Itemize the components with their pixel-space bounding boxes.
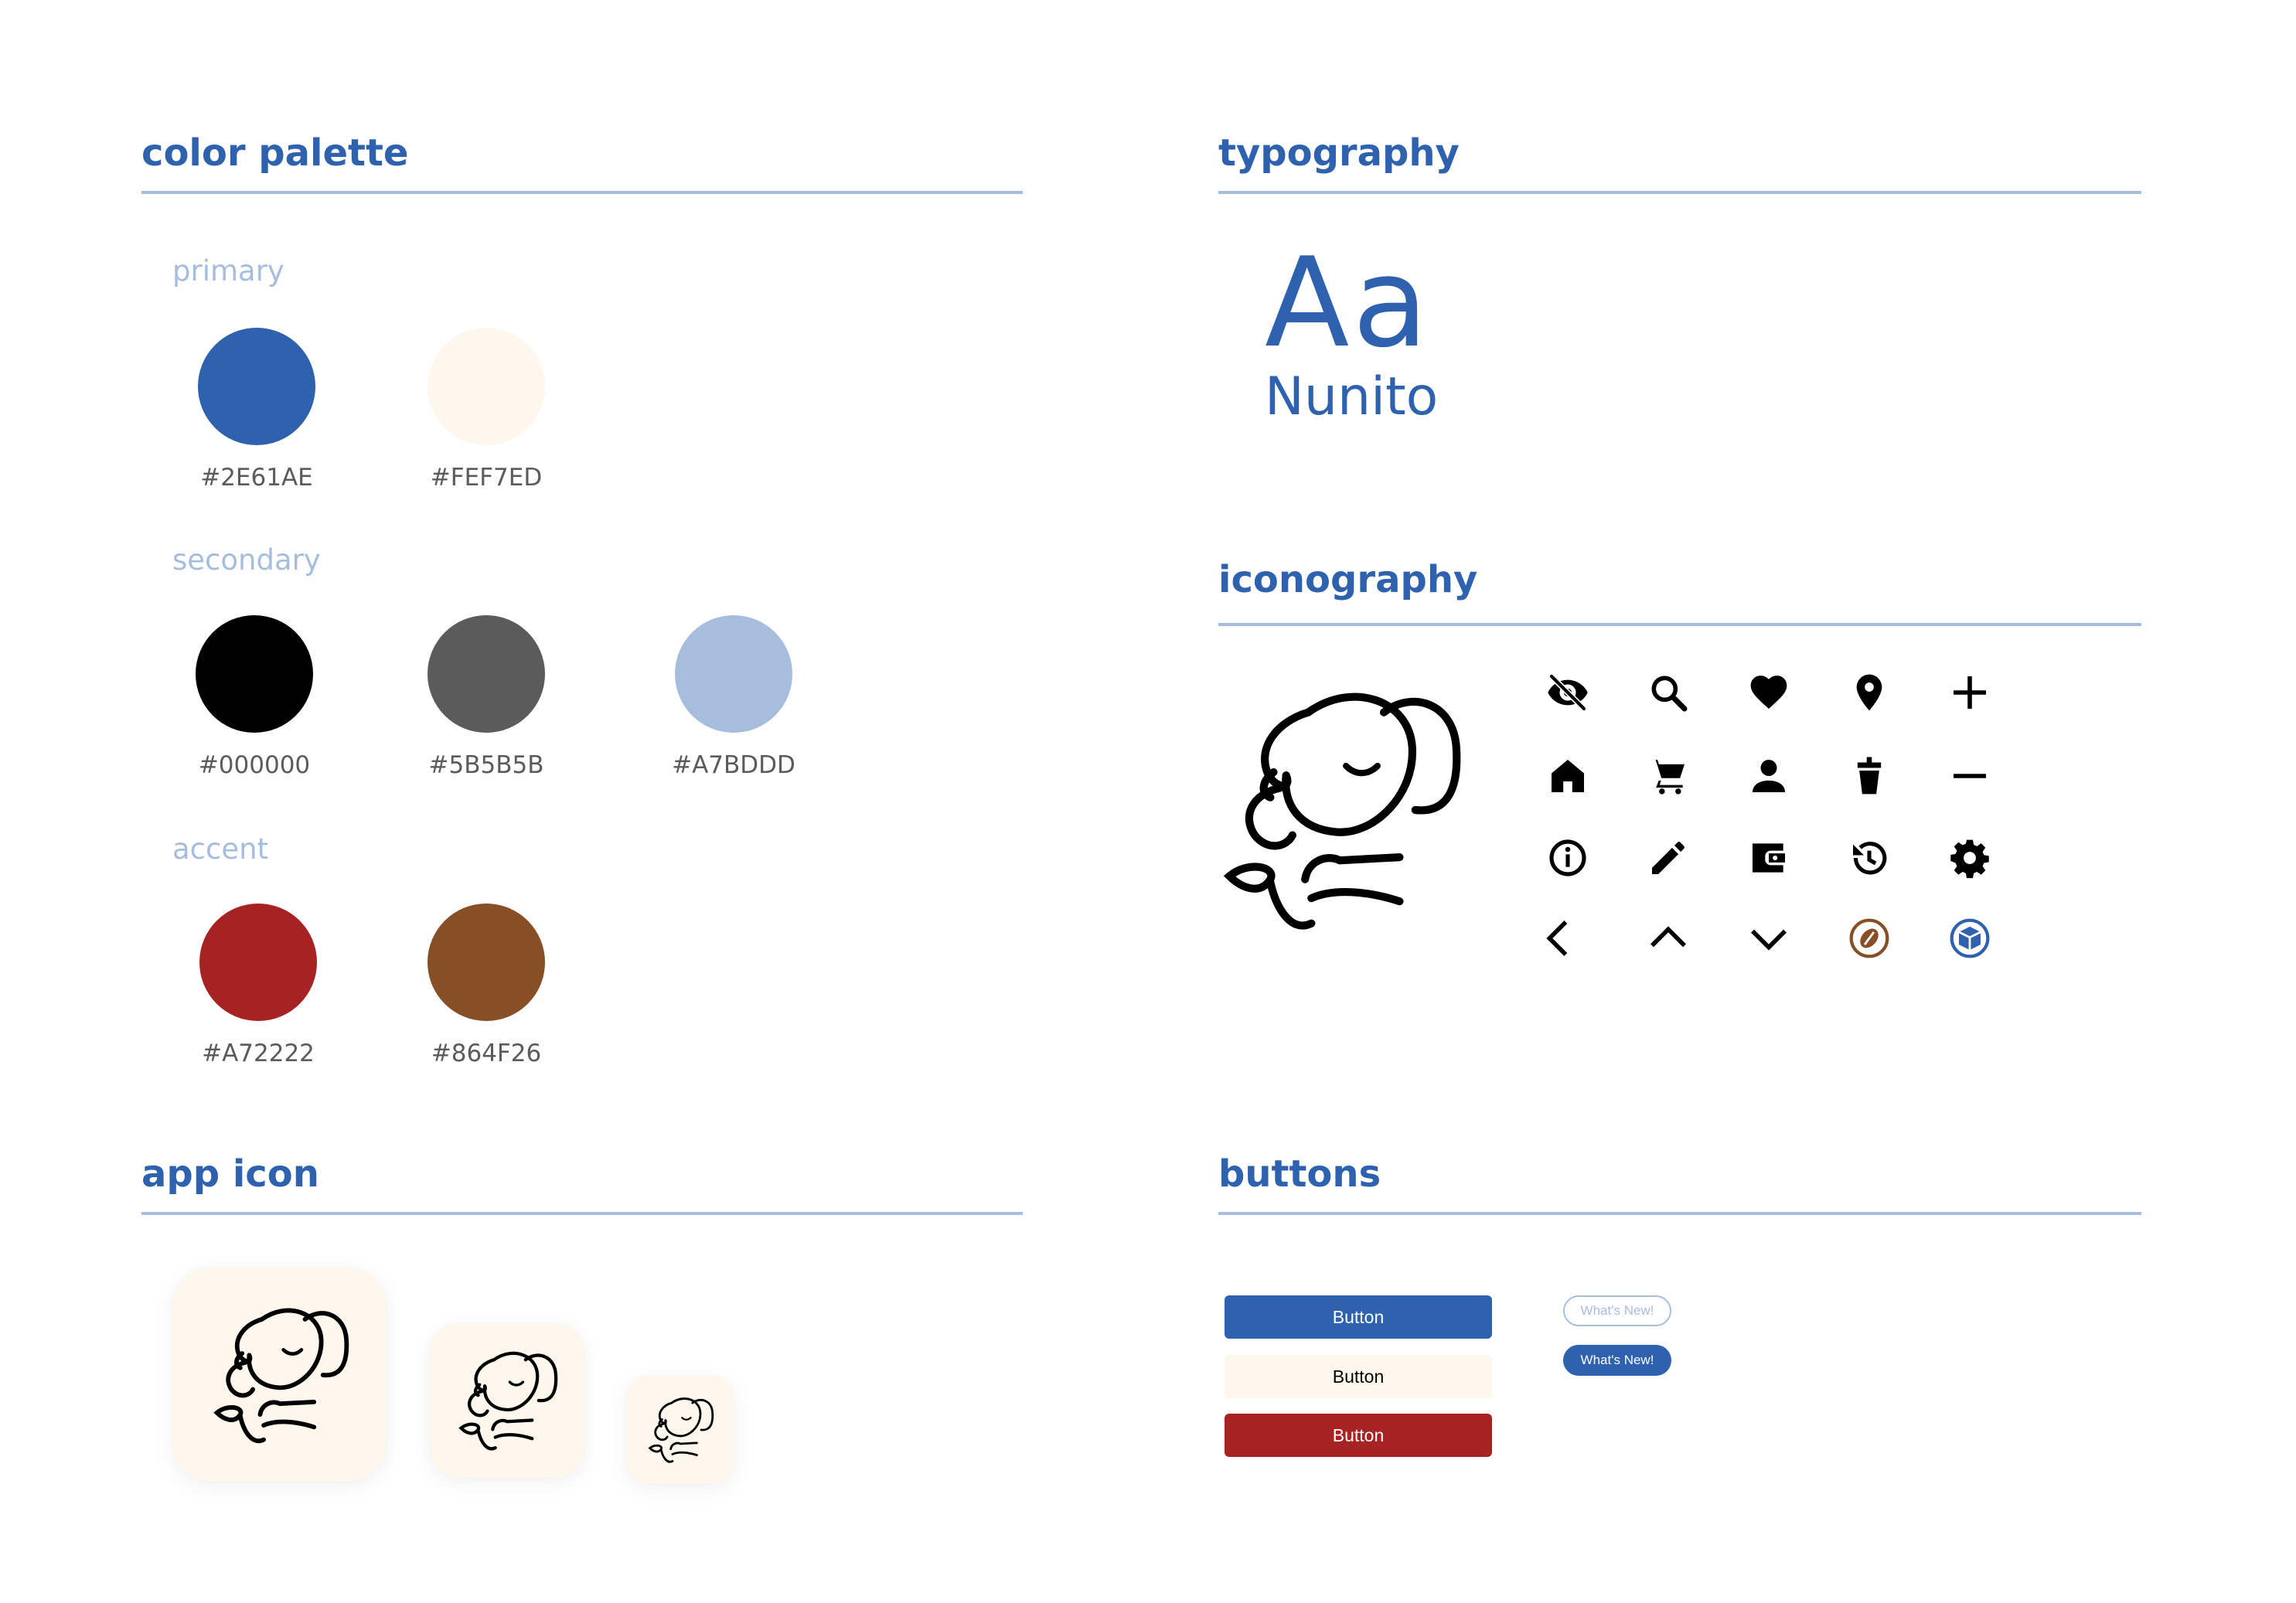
swatch-hex-black: #000000 bbox=[198, 751, 311, 779]
whats-new-filled-button[interactable]: What's New! bbox=[1563, 1345, 1671, 1376]
coffee-bean-icon[interactable] bbox=[1846, 915, 1892, 961]
buttons-title: buttons bbox=[1218, 1152, 1381, 1196]
swatch-black bbox=[196, 615, 313, 733]
app-icon-title: app icon bbox=[141, 1152, 319, 1196]
info-icon[interactable] bbox=[1545, 835, 1591, 881]
dog-mascot-illustration bbox=[1214, 680, 1466, 940]
app-icon-small bbox=[626, 1376, 734, 1484]
whats-new-outline-button[interactable]: What's New! bbox=[1563, 1295, 1671, 1326]
plus-icon[interactable] bbox=[1947, 669, 1993, 716]
location-pin-icon[interactable] bbox=[1846, 669, 1892, 716]
app-icon-medium bbox=[430, 1323, 584, 1478]
color-palette-title: color palette bbox=[141, 131, 409, 175]
chevron-left-icon[interactable] bbox=[1535, 915, 1582, 961]
swatch-hex-red: #A72222 bbox=[202, 1040, 315, 1067]
secondary-button[interactable]: Button bbox=[1225, 1355, 1492, 1398]
history-icon[interactable] bbox=[1846, 835, 1892, 881]
cup-icon[interactable] bbox=[1846, 753, 1892, 799]
swatch-hex-primary-blue: #2E61AE bbox=[200, 464, 313, 492]
color-palette-divider bbox=[141, 191, 1023, 194]
iconography-divider bbox=[1218, 623, 2141, 626]
chevron-up-icon[interactable] bbox=[1645, 915, 1691, 961]
pencil-icon[interactable] bbox=[1645, 835, 1691, 881]
swatch-brown bbox=[428, 904, 545, 1021]
person-icon[interactable] bbox=[1746, 753, 1792, 799]
swatch-gray bbox=[428, 615, 545, 733]
buttons-divider bbox=[1218, 1212, 2141, 1215]
chevron-down-icon[interactable] bbox=[1746, 915, 1792, 961]
accent-button[interactable]: Button bbox=[1225, 1414, 1492, 1457]
swatch-primary-blue bbox=[198, 328, 315, 445]
settings-icon[interactable] bbox=[1947, 835, 1993, 881]
typography-divider bbox=[1218, 191, 2141, 194]
swatch-cream bbox=[428, 328, 545, 445]
home-icon[interactable] bbox=[1545, 753, 1591, 799]
swatch-hex-light-blue: #A7BDDD bbox=[672, 751, 795, 779]
typography-title: typography bbox=[1218, 131, 1460, 175]
swatch-hex-cream: #FEF7ED bbox=[430, 464, 543, 492]
typeface-sample: Aa bbox=[1265, 230, 1432, 375]
minus-icon[interactable] bbox=[1947, 753, 1993, 799]
eye-off-icon[interactable] bbox=[1545, 669, 1591, 716]
primary-label: primary bbox=[172, 254, 284, 288]
primary-button[interactable]: Button bbox=[1225, 1295, 1492, 1339]
cart-icon[interactable] bbox=[1645, 753, 1691, 799]
sugar-cube-icon[interactable] bbox=[1947, 915, 1993, 961]
accent-label: accent bbox=[172, 832, 269, 866]
iconography-title: iconography bbox=[1218, 558, 1478, 601]
secondary-label: secondary bbox=[172, 543, 321, 577]
app-icon-large bbox=[172, 1268, 387, 1482]
search-icon[interactable] bbox=[1645, 669, 1691, 716]
wallet-icon[interactable] bbox=[1746, 835, 1792, 881]
swatch-red bbox=[199, 904, 317, 1021]
app-icon-divider bbox=[141, 1212, 1023, 1215]
swatch-light-blue bbox=[675, 615, 792, 733]
typeface-name: Nunito bbox=[1265, 366, 1439, 427]
swatch-hex-brown: #864F26 bbox=[431, 1040, 542, 1067]
swatch-hex-gray: #5B5B5B bbox=[428, 751, 544, 779]
heart-icon[interactable] bbox=[1746, 669, 1792, 716]
